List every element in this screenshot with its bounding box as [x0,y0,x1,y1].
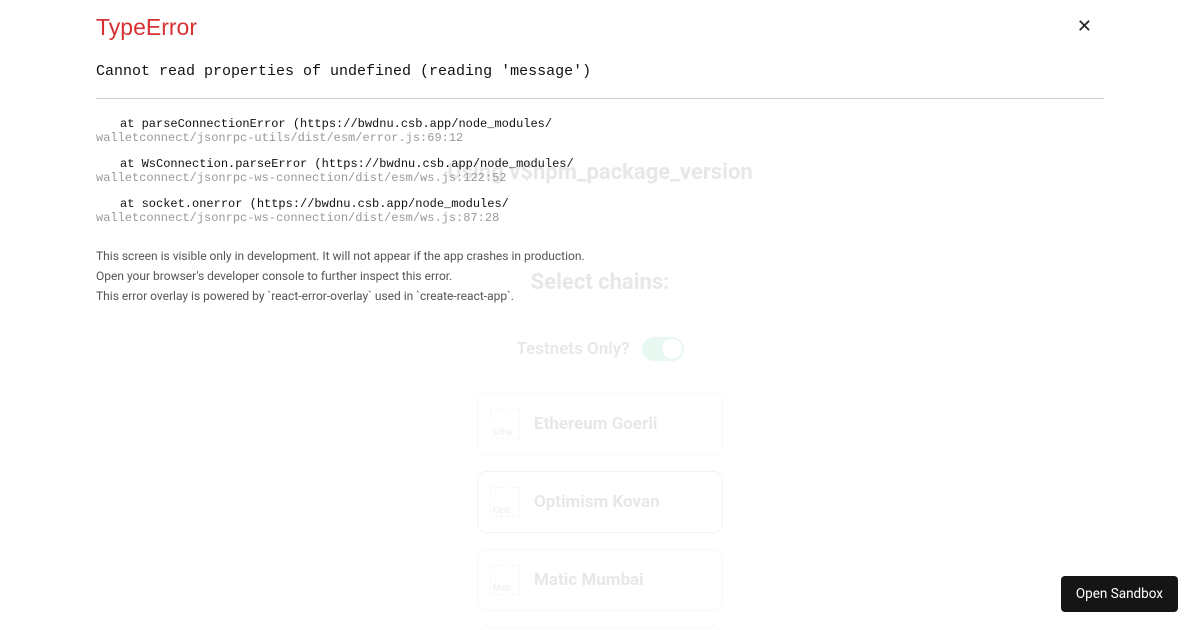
footnote-line: Open your browser's developer console to… [96,267,1104,285]
stack-frame: at parseConnectionError (https://bwdnu.c… [96,117,1104,145]
error-footnote: This screen is visible only in developme… [96,247,1104,305]
stack-frame: at socket.onerror (https://bwdnu.csb.app… [96,197,1104,225]
stack-location: at WsConnection.parseError (https://bwdn… [96,157,1104,171]
error-title: TypeError [96,14,1104,41]
stack-location: at parseConnectionError (https://bwdnu.c… [96,117,1104,131]
stack-location: at socket.onerror (https://bwdnu.csb.app… [96,197,1104,211]
close-icon[interactable]: ✕ [1077,18,1092,36]
error-overlay: ✕ TypeError Cannot read properties of un… [0,0,1200,630]
stack-source: walletconnect/jsonrpc-utils/dist/esm/err… [96,131,1104,145]
stack-source: walletconnect/jsonrpc-ws-connection/dist… [96,211,1104,225]
error-divider [96,98,1104,99]
open-sandbox-button[interactable]: Open Sandbox [1061,576,1178,612]
footnote-line: This screen is visible only in developme… [96,247,1104,265]
stack-frame: at WsConnection.parseError (https://bwdn… [96,157,1104,185]
stack-trace: at parseConnectionError (https://bwdnu.c… [96,117,1104,225]
error-message: Cannot read properties of undefined (rea… [96,63,1104,80]
footnote-line: This error overlay is powered by `react-… [96,287,1104,305]
stack-source: walletconnect/jsonrpc-ws-connection/dist… [96,171,1104,185]
